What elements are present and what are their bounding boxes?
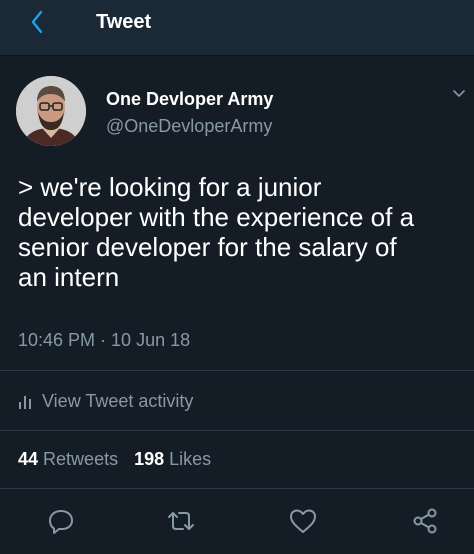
retweets-count: 44 [18,449,39,469]
share-icon [413,508,437,534]
view-activity-label: View Tweet activity [42,390,194,411]
heart-icon [290,509,316,533]
tweet-line: developer with the experience of a [18,202,415,232]
view-activity-link[interactable]: View Tweet activity [18,388,193,414]
retweet-icon [168,512,194,530]
reply-button[interactable] [46,506,76,536]
reply-icon [49,510,73,534]
tweet-line: > we're looking for a junior [18,172,322,202]
top-bar: Tweet [0,0,474,56]
display-name[interactable]: One Devloper Army [106,89,273,110]
likes-count: 198 [134,449,165,469]
tweet-line: senior developer for the salary of [18,232,397,262]
tweet-timestamp: 10:46 PM · 10 Jun 18 [18,330,191,350]
retweets-stat[interactable]: 44 Retweets [18,449,118,470]
likes-label: Likes [169,449,212,469]
retweet-button[interactable] [166,506,196,536]
divider [0,370,474,371]
tweet-text: > we're looking for a junior developer w… [18,172,466,292]
avatar-image [16,76,86,146]
like-button[interactable] [288,506,318,536]
avatar[interactable] [16,76,86,146]
likes-stat[interactable]: 198 Likes [134,449,211,470]
page-title: Tweet [96,11,152,33]
retweets-label: Retweets [43,449,119,469]
tweet-menu-button[interactable] [452,86,466,98]
back-button[interactable] [26,8,50,36]
chevron-left-icon [31,10,43,34]
tweet-line: an intern [18,262,120,292]
user-handle[interactable]: @OneDevloperArmy [106,116,272,137]
tweet-stats: 44 Retweets 198 Likes [18,449,211,470]
divider [0,488,474,489]
action-bar [0,500,474,546]
chevron-down-icon [453,90,465,98]
share-button[interactable] [410,506,440,536]
divider [0,430,474,431]
analytics-icon [19,396,31,409]
